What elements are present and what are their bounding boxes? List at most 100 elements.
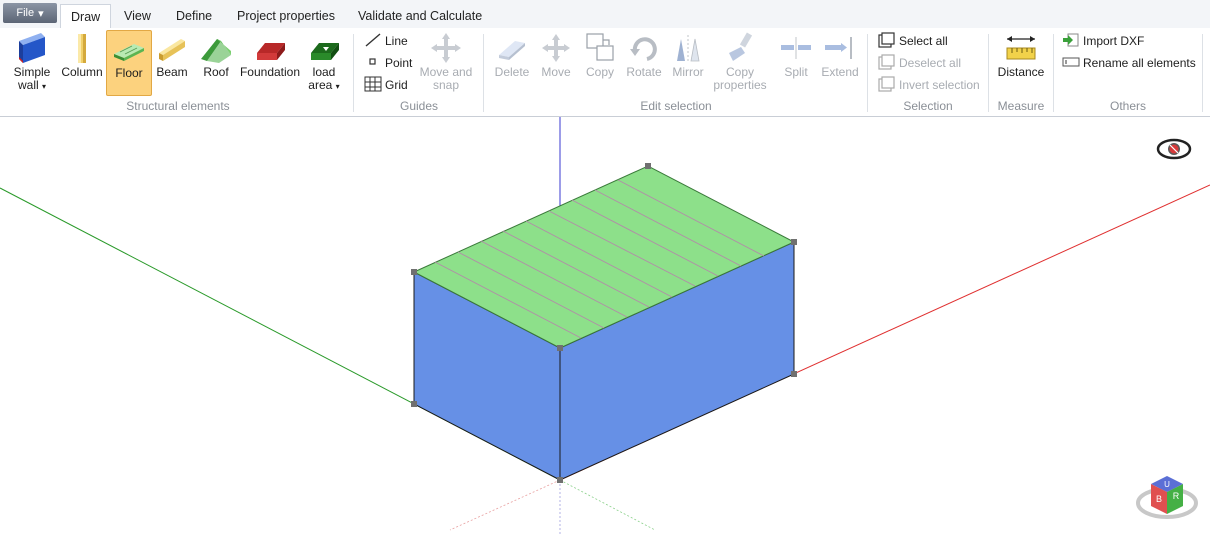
navigation-cube[interactable]: U B R — [1136, 476, 1198, 519]
split-button[interactable]: Split — [774, 30, 818, 94]
file-menu-label: File — [16, 7, 35, 19]
simple-wall-button[interactable]: Simple wall ▾ — [10, 30, 54, 94]
beam-icon — [154, 30, 190, 66]
vertex-handle[interactable] — [645, 163, 651, 169]
nav-cube-face-r: R — [1173, 491, 1180, 501]
invert-selection-icon — [878, 75, 896, 95]
group-edit-selection: Delete Move Copy Rotate Mirror Copy prope… — [486, 28, 866, 116]
select-all-button[interactable]: Select all — [878, 31, 948, 51]
point-button[interactable]: Point — [364, 54, 412, 72]
tab-draw-label: Draw — [71, 10, 101, 24]
rotate-icon — [626, 30, 662, 66]
distance-button[interactable]: Distance — [995, 30, 1047, 94]
tab-project-properties[interactable]: Project properties — [227, 4, 345, 28]
floor-label: Floor — [115, 66, 143, 80]
tab-draw[interactable]: Draw — [60, 4, 112, 29]
vertex-handle[interactable] — [791, 371, 797, 377]
extend-label: Extend — [821, 65, 859, 79]
rename-all-button[interactable]: Rename all elements — [1062, 54, 1196, 72]
mirror-icon — [670, 30, 706, 66]
file-menu-button[interactable]: File ▾ — [3, 3, 57, 23]
move-label: Move — [541, 65, 571, 79]
ruler-icon — [1003, 30, 1039, 66]
foundation-button[interactable]: Foundation — [238, 30, 302, 94]
copy-icon — [582, 30, 618, 66]
invert-selection-button[interactable]: Invert selection — [878, 75, 980, 95]
simple-wall-label2: wall — [17, 78, 39, 92]
copy-props-label1: Copy — [725, 65, 754, 79]
mirror-button[interactable]: Mirror — [666, 30, 710, 94]
roof-label: Roof — [203, 65, 229, 79]
brush-icon — [722, 30, 758, 66]
roof-icon — [198, 30, 234, 66]
tab-define-label: Define — [176, 9, 213, 23]
move-and-snap-button[interactable]: Move and snap — [416, 30, 476, 94]
nav-cube-face-u: U — [1164, 480, 1170, 489]
simple-wall-label1: Simple — [13, 65, 51, 79]
deselect-all-icon — [878, 53, 896, 73]
tab-view-label: View — [124, 9, 151, 23]
grid-button[interactable]: Grid — [364, 76, 408, 94]
ribbon-separator — [1202, 34, 1203, 112]
selection-label: Selection — [903, 99, 953, 113]
invert-selection-label: Invert selection — [899, 78, 980, 92]
tab-validate-calculate-label: Validate and Calculate — [358, 9, 483, 23]
deselect-all-button[interactable]: Deselect all — [878, 53, 962, 73]
move-snap-icon — [428, 30, 464, 66]
line-label: Line — [385, 34, 408, 48]
group-selection: Select all Deselect all Invert selection… — [870, 28, 986, 116]
roof-button[interactable]: Roof — [194, 30, 238, 94]
copy-properties-button[interactable]: Copy properties — [712, 30, 768, 94]
select-all-icon — [878, 31, 896, 51]
import-icon — [1062, 32, 1080, 51]
group-others: Import DXF Rename all elements Others — [1056, 28, 1200, 116]
rotate-button[interactable]: Rotate — [622, 30, 666, 94]
dropdown-arrow-icon: ▾ — [335, 82, 340, 91]
load-area-icon — [306, 30, 342, 66]
tab-define[interactable]: Define — [166, 4, 222, 28]
floor-button[interactable]: Floor — [106, 30, 152, 96]
beam-button[interactable]: Beam — [150, 30, 194, 94]
distance-label: Distance — [997, 65, 1045, 79]
move-icon — [538, 30, 574, 66]
ribbon-separator — [867, 34, 868, 112]
tab-project-properties-label: Project properties — [237, 9, 335, 23]
move-snap-label1: Move and — [419, 65, 473, 79]
select-all-label: Select all — [899, 34, 948, 48]
extend-button[interactable]: Extend — [818, 30, 862, 94]
vertex-handle[interactable] — [557, 477, 563, 483]
point-label: Point — [385, 56, 413, 70]
group-structural-elements: Simple wall ▾ Column Floor Beam Roof Fou… — [6, 28, 350, 116]
3d-viewport[interactable]: U B R — [0, 117, 1210, 535]
delete-button[interactable]: Delete — [490, 30, 534, 94]
split-icon — [778, 30, 814, 66]
tab-view[interactable]: View — [114, 4, 161, 28]
move-button[interactable]: Move — [534, 30, 578, 94]
dropdown-arrow-icon: ▾ — [42, 82, 47, 91]
copy-label: Copy — [585, 65, 614, 79]
vertex-handle[interactable] — [411, 269, 417, 275]
rename-icon — [1062, 54, 1080, 73]
ribbon-tab-bar: File ▾ Draw View Define Project properti… — [0, 0, 1210, 29]
chevron-down-icon: ▾ — [38, 7, 44, 20]
import-dxf-button[interactable]: Import DXF — [1062, 32, 1144, 50]
import-dxf-label: Import DXF — [1083, 34, 1145, 48]
extend-icon — [822, 30, 858, 66]
edit-selection-label: Edit selection — [640, 99, 712, 113]
copy-button[interactable]: Copy — [578, 30, 622, 94]
line-button[interactable]: Line — [364, 32, 408, 50]
vertex-handle[interactable] — [791, 239, 797, 245]
group-guides: Line Point Grid Move and snap Guides — [356, 28, 482, 116]
deselect-all-label: Deselect all — [899, 56, 962, 70]
ribbon-separator — [988, 34, 989, 112]
scene-canvas: U B R — [0, 117, 1210, 535]
vertex-handle[interactable] — [557, 345, 563, 351]
vertex-handle[interactable] — [411, 401, 417, 407]
load-area-button[interactable]: load area ▾ — [302, 30, 346, 94]
column-button[interactable]: Column — [60, 30, 104, 94]
group-measure: Distance Measure — [991, 28, 1051, 116]
beam-label: Beam — [156, 65, 188, 79]
eye-icon[interactable] — [1156, 138, 1192, 160]
copy-props-label2: properties — [713, 78, 767, 92]
tab-validate-calculate[interactable]: Validate and Calculate — [348, 4, 492, 28]
